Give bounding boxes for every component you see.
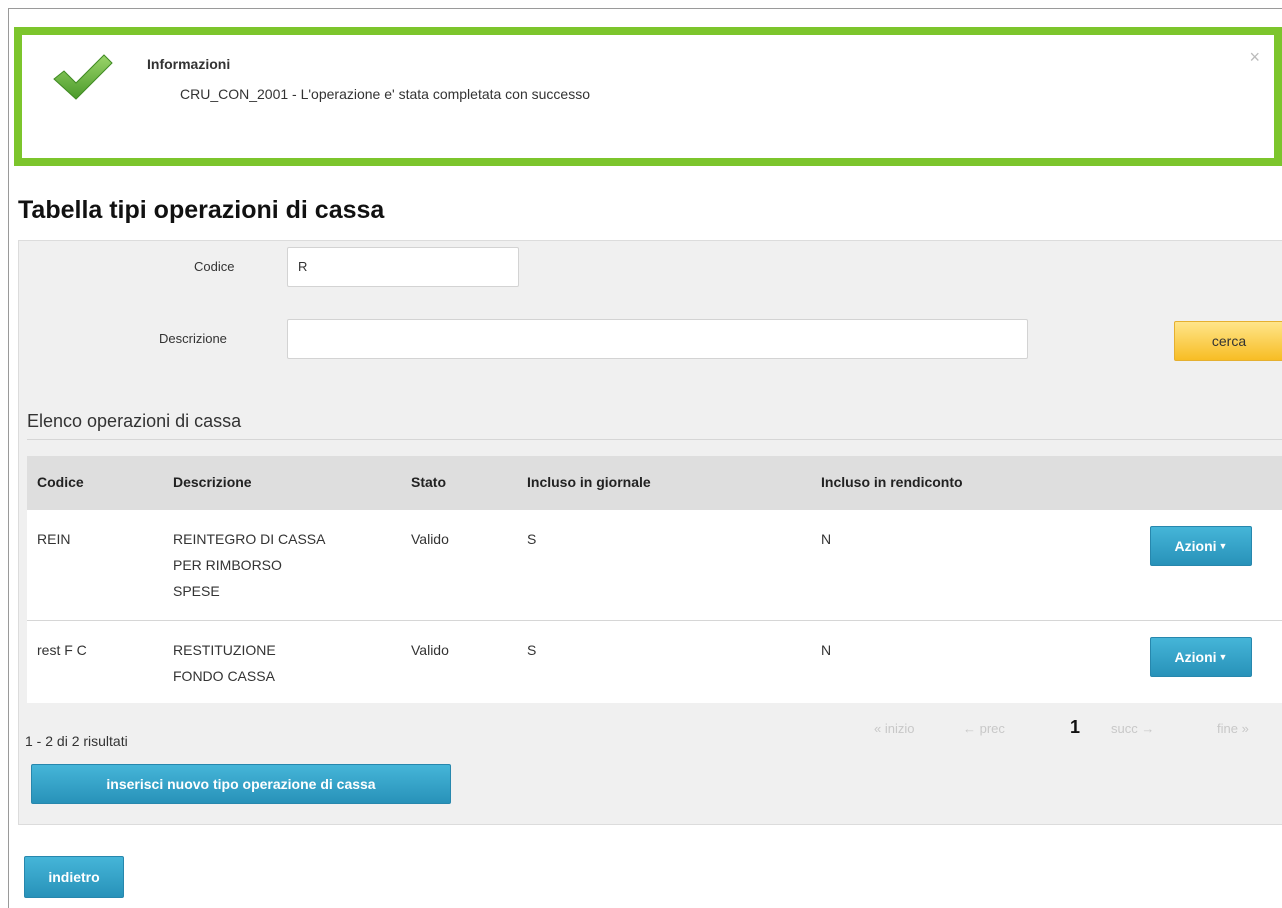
cell-descrizione: REINTEGRO DI CASSA PER RIMBORSO SPESE [173, 526, 325, 604]
close-icon[interactable]: × [1249, 48, 1260, 66]
cell-rendiconto: N [821, 642, 832, 658]
cell-descrizione-line: SPESE [173, 583, 220, 599]
codice-input[interactable]: R [287, 247, 519, 287]
column-header: Codice [37, 474, 84, 490]
pager-first[interactable]: « inizio [874, 721, 914, 736]
cell-descrizione-line: REINTEGRO DI CASSA [173, 531, 326, 547]
cell-descrizione-line: RESTITUZIONE [173, 642, 276, 658]
cell-stato: Valido [411, 531, 449, 547]
column-header: Incluso in rendiconto [821, 474, 963, 490]
column-header: Descrizione [173, 474, 252, 490]
table-row: REIN REINTEGRO DI CASSA PER RIMBORSO SPE… [27, 510, 1282, 621]
add-operation-type-button[interactable]: inserisci nuovo tipo operazione di cassa [31, 764, 451, 804]
codice-label: Codice [194, 259, 235, 274]
cell-descrizione: RESTITUZIONE FONDO CASSA [173, 637, 276, 689]
search-panel: Codice R Descrizione cerca Elenco operaz… [18, 240, 1282, 825]
descrizione-label: Descrizione [159, 331, 227, 346]
cell-giornale: S [527, 642, 537, 658]
list-title: Elenco operazioni di cassa [27, 411, 242, 431]
table-header: Codice Descrizione Stato Incluso in gior… [27, 456, 1282, 510]
checkmark-icon [53, 54, 113, 100]
cell-rendiconto: N [821, 531, 832, 547]
back-button[interactable]: indietro [24, 856, 124, 898]
operations-table: Codice Descrizione Stato Incluso in gior… [27, 456, 1282, 703]
alert-message: CRU_CON_2001 - L'operazione e' stata com… [180, 86, 591, 102]
pager-current: 1 [1070, 717, 1081, 737]
divider [27, 439, 1282, 440]
caret-down-icon: ▼ [1218, 652, 1228, 662]
cell-descrizione-line: PER RIMBORSO [173, 557, 282, 573]
cell-giornale: S [527, 531, 537, 547]
alert-title: Informazioni [147, 56, 231, 72]
table-row: rest F C RESTITUZIONE FONDO CASSA Valido… [27, 621, 1282, 703]
pager-last[interactable]: fine » [1217, 721, 1249, 736]
column-header: Stato [411, 474, 446, 490]
cell-stato: Valido [411, 642, 449, 658]
column-header: Incluso in giornale [527, 474, 651, 490]
descrizione-input[interactable] [287, 319, 1028, 359]
pager-next[interactable]: succ → [1111, 721, 1154, 736]
azioni-label: Azioni [1174, 538, 1217, 554]
page-title: Tabella tipi operazioni di cassa [18, 196, 385, 224]
cell-codice: rest F C [37, 642, 87, 658]
azioni-button[interactable]: Azioni ▼ [1150, 526, 1252, 566]
results-count: 1 - 2 di 2 risultati [25, 733, 128, 749]
cerca-button[interactable]: cerca [1174, 321, 1282, 361]
caret-down-icon: ▼ [1218, 541, 1228, 551]
cell-codice: REIN [37, 531, 71, 547]
azioni-button[interactable]: Azioni ▼ [1150, 637, 1252, 677]
success-alert: Informazioni CRU_CON_2001 - L'operazione… [14, 27, 1282, 166]
azioni-label: Azioni [1174, 649, 1217, 665]
cell-descrizione-line: FONDO CASSA [173, 668, 275, 684]
pager-prev[interactable]: ← prec [963, 721, 1005, 736]
